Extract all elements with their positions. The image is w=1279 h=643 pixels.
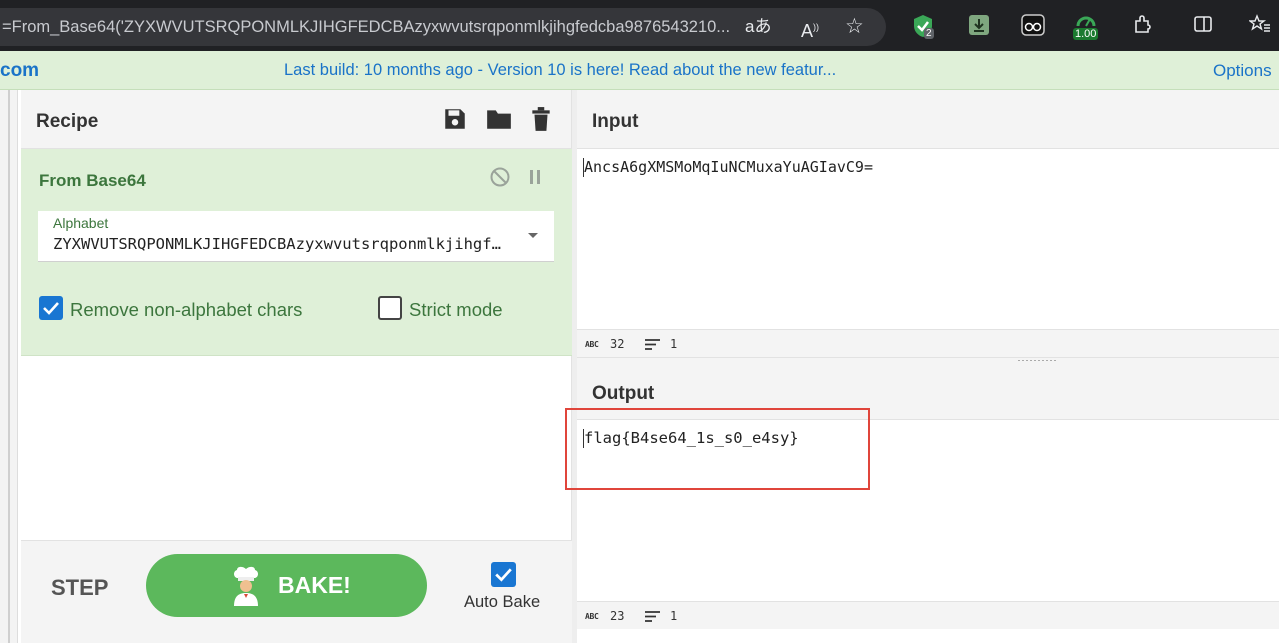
pause-breakpoint-icon[interactable] <box>528 168 542 191</box>
split-screen-icon[interactable] <box>1193 14 1213 39</box>
alphabet-value[interactable]: ZYXWVUTSRQPONMLKJIHGFEDCBAzyxwvutsrqponm… <box>53 235 501 253</box>
output-status-bar: ABC 23 1 <box>577 601 1279 629</box>
checkmark-icon <box>43 302 59 315</box>
bake-controls: STEP BAKE! Auto Bake <box>21 540 572 643</box>
output-highlight-box <box>565 408 870 490</box>
recipe-title: Recipe <box>36 111 99 132</box>
clear-recipe-trash-icon[interactable] <box>530 106 556 132</box>
scrollbar-track[interactable] <box>8 90 10 643</box>
translate-icon[interactable]: aあ <box>745 18 771 36</box>
notification-banner: com Last build: 10 months ago - Version … <box>0 51 1279 90</box>
url-text[interactable]: =From_Base64('ZYXWVUTSRQPONMLKJIHGFEDCBA… <box>2 18 742 37</box>
input-title: Input <box>592 111 639 132</box>
options-link[interactable]: Options <box>1213 61 1272 81</box>
operation-from-base64[interactable]: From Base64 Alphabet ZYXWVUTSRQPONMLKJIH… <box>21 149 572 356</box>
read-aloud-icon[interactable]: A)) <box>801 18 819 40</box>
extension-badge-count: 2 <box>924 28 934 39</box>
input-header: Input <box>577 90 1279 149</box>
chef-icon <box>234 566 258 606</box>
operations-panel-edge <box>0 90 18 643</box>
disable-operation-icon[interactable] <box>489 166 511 194</box>
input-line-count: 1 <box>670 337 678 351</box>
chevron-down-icon[interactable] <box>528 233 538 238</box>
auto-bake-checkbox[interactable] <box>491 562 516 587</box>
site-name-fragment[interactable]: com <box>0 60 39 82</box>
extensions-puzzle-icon[interactable] <box>1133 14 1153 39</box>
remove-non-alphabet-checkbox[interactable] <box>39 296 63 320</box>
glasses-extension-icon[interactable] <box>1021 14 1045 38</box>
bake-label: BAKE! <box>278 572 351 598</box>
output-title: Output <box>592 383 655 404</box>
alphabet-label: Alphabet <box>53 215 109 231</box>
load-recipe-folder-icon[interactable] <box>485 106 511 132</box>
download-extension-icon[interactable] <box>968 14 990 38</box>
browser-toolbar: =From_Base64('ZYXWVUTSRQPONMLKJIHGFEDCBA… <box>0 0 1279 51</box>
build-info-message[interactable]: Last build: 10 months ago - Version 10 i… <box>284 61 836 80</box>
grip-dots-icon <box>1017 359 1057 362</box>
speed-badge-value: 1.00 <box>1073 28 1099 40</box>
remove-non-alphabet-label[interactable]: Remove non-alphabet chars <box>70 299 302 321</box>
operation-name: From Base64 <box>39 171 146 190</box>
char-count-icon: ABC <box>585 612 599 621</box>
shield-extension-icon[interactable]: 2 <box>912 14 934 39</box>
strict-mode-label[interactable]: Strict mode <box>409 299 503 321</box>
step-button[interactable]: STEP <box>51 575 108 601</box>
auto-bake-label[interactable]: Auto Bake <box>464 593 540 612</box>
address-bar[interactable]: =From_Base64('ZYXWVUTSRQPONMLKJIHGFEDCBA… <box>0 8 886 46</box>
strict-mode-checkbox[interactable] <box>378 296 402 320</box>
save-recipe-icon[interactable] <box>442 106 468 132</box>
input-textarea[interactable]: AncsA6gXMSMoMqIuNCMuxaYuAGIavC9= <box>583 158 873 177</box>
favorite-star-icon[interactable]: ☆ <box>845 16 864 37</box>
line-count-icon <box>645 611 660 622</box>
input-panel: Input AncsA6gXMSMoMqIuNCMuxaYuAGIavC9= A… <box>577 90 1279 357</box>
alphabet-select[interactable]: Alphabet ZYXWVUTSRQPONMLKJIHGFEDCBAzyxwv… <box>38 211 554 262</box>
output-char-count: 23 <box>610 609 625 623</box>
output-panel: Output flag{B4se64_1s_s0_e4sy} ABC 23 1 <box>577 363 1279 643</box>
favorites-list-icon[interactable] <box>1247 14 1271 39</box>
char-count-icon: ABC <box>585 340 599 349</box>
bake-button[interactable]: BAKE! <box>146 554 427 617</box>
recipe-header: Recipe <box>21 90 571 149</box>
speed-extension-icon[interactable]: 1.00 <box>1073 14 1102 40</box>
line-count-icon <box>645 339 660 350</box>
output-line-count: 1 <box>670 609 678 623</box>
checkmark-icon <box>495 568 512 582</box>
recipe-panel: Recipe From Base64 Alphabet ZYXWVUTSRQPO… <box>21 90 572 643</box>
input-char-count: 32 <box>610 337 625 351</box>
input-status-bar: ABC 32 1 <box>577 329 1279 357</box>
